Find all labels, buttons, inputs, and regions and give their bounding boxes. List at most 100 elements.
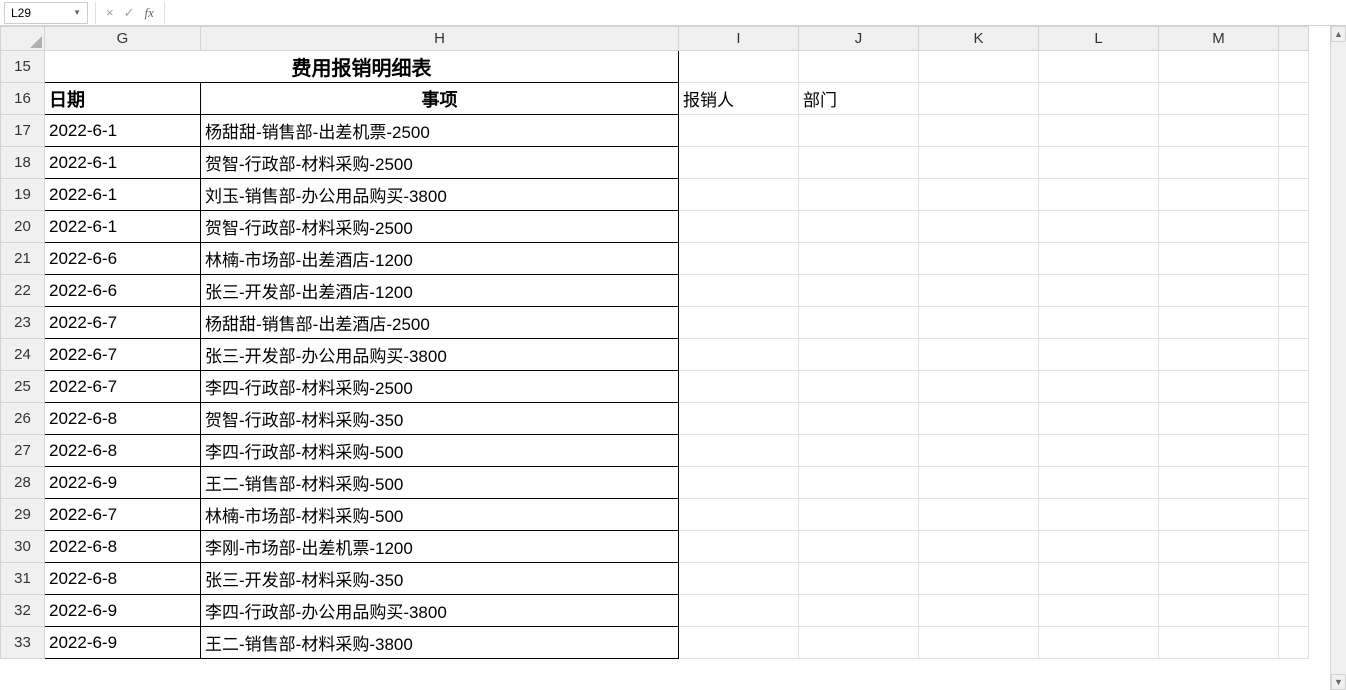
cell[interactable] xyxy=(1039,51,1159,83)
row-header-17[interactable]: 17 xyxy=(1,115,45,147)
cell[interactable] xyxy=(1039,531,1159,563)
column-header-J[interactable]: J xyxy=(799,27,919,51)
cell-date[interactable]: 2022-6-6 xyxy=(45,243,201,275)
row-header-33[interactable]: 33 xyxy=(1,627,45,659)
name-box-dropdown-icon[interactable]: ▼ xyxy=(73,8,81,17)
cell[interactable] xyxy=(679,531,799,563)
cell[interactable] xyxy=(919,83,1039,115)
cell[interactable] xyxy=(1039,563,1159,595)
header-department[interactable]: 部门 xyxy=(799,83,919,115)
cell[interactable] xyxy=(679,115,799,147)
cell-date[interactable]: 2022-6-8 xyxy=(45,563,201,595)
cell[interactable] xyxy=(799,563,919,595)
cell[interactable] xyxy=(919,179,1039,211)
cell[interactable] xyxy=(1039,499,1159,531)
cell[interactable] xyxy=(679,595,799,627)
cell[interactable] xyxy=(1279,147,1309,179)
cell-item[interactable]: 林楠-市场部-出差酒店-1200 xyxy=(201,243,679,275)
row-header-23[interactable]: 23 xyxy=(1,307,45,339)
cell-item[interactable]: 刘玉-销售部-办公用品购买-3800 xyxy=(201,179,679,211)
cell[interactable] xyxy=(1159,403,1279,435)
cell[interactable] xyxy=(919,531,1039,563)
cell[interactable] xyxy=(919,403,1039,435)
row-header-27[interactable]: 27 xyxy=(1,435,45,467)
cell[interactable] xyxy=(919,467,1039,499)
row-header-26[interactable]: 26 xyxy=(1,403,45,435)
scroll-up-icon[interactable]: ▲ xyxy=(1331,26,1346,42)
cell[interactable] xyxy=(1039,83,1159,115)
cell[interactable] xyxy=(1159,243,1279,275)
cell[interactable] xyxy=(1039,595,1159,627)
cell[interactable] xyxy=(1279,595,1309,627)
cell-item[interactable]: 林楠-市场部-材料采购-500 xyxy=(201,499,679,531)
row-header-22[interactable]: 22 xyxy=(1,275,45,307)
cell-date[interactable]: 2022-6-8 xyxy=(45,403,201,435)
cancel-icon[interactable]: × xyxy=(106,5,114,20)
cell[interactable] xyxy=(1159,179,1279,211)
row-header-18[interactable]: 18 xyxy=(1,147,45,179)
cell-item[interactable]: 贺智-行政部-材料采购-350 xyxy=(201,403,679,435)
cell[interactable] xyxy=(1279,403,1309,435)
cell[interactable] xyxy=(1039,275,1159,307)
cell[interactable] xyxy=(1159,531,1279,563)
row-header-21[interactable]: 21 xyxy=(1,243,45,275)
cell[interactable] xyxy=(1039,627,1159,659)
cell[interactable] xyxy=(1159,115,1279,147)
cell[interactable] xyxy=(1279,211,1309,243)
cell[interactable] xyxy=(679,179,799,211)
cell-item[interactable]: 张三-开发部-办公用品购买-3800 xyxy=(201,339,679,371)
cell[interactable] xyxy=(799,403,919,435)
cell[interactable] xyxy=(1159,499,1279,531)
cell[interactable] xyxy=(919,211,1039,243)
cell[interactable] xyxy=(799,339,919,371)
row-header-24[interactable]: 24 xyxy=(1,339,45,371)
cell[interactable] xyxy=(1039,211,1159,243)
cell[interactable] xyxy=(1279,435,1309,467)
cell[interactable] xyxy=(799,371,919,403)
cell[interactable] xyxy=(679,563,799,595)
cell[interactable] xyxy=(799,275,919,307)
cell[interactable] xyxy=(1159,339,1279,371)
cell[interactable] xyxy=(679,499,799,531)
cell-item[interactable]: 杨甜甜-销售部-出差机票-2500 xyxy=(201,115,679,147)
cell[interactable] xyxy=(1039,115,1159,147)
cell[interactable] xyxy=(919,499,1039,531)
confirm-icon[interactable]: ✓ xyxy=(124,5,135,21)
cell[interactable] xyxy=(1159,83,1279,115)
cell[interactable] xyxy=(919,115,1039,147)
cell-item[interactable]: 王二-销售部-材料采购-500 xyxy=(201,467,679,499)
row-header-20[interactable]: 20 xyxy=(1,211,45,243)
cell-item[interactable]: 贺智-行政部-材料采购-2500 xyxy=(201,211,679,243)
cell[interactable] xyxy=(1279,339,1309,371)
cell[interactable] xyxy=(799,115,919,147)
cell[interactable] xyxy=(1159,371,1279,403)
cell[interactable] xyxy=(679,147,799,179)
cell[interactable] xyxy=(679,403,799,435)
cell[interactable] xyxy=(679,243,799,275)
cell[interactable] xyxy=(679,371,799,403)
cell[interactable] xyxy=(1159,51,1279,83)
cell[interactable] xyxy=(799,531,919,563)
cell[interactable] xyxy=(1159,211,1279,243)
cell[interactable] xyxy=(799,179,919,211)
cell[interactable] xyxy=(1279,243,1309,275)
row-header-19[interactable]: 19 xyxy=(1,179,45,211)
cell[interactable] xyxy=(1159,563,1279,595)
cell-item[interactable]: 贺智-行政部-材料采购-2500 xyxy=(201,147,679,179)
fx-icon[interactable]: fx xyxy=(145,5,154,21)
cell-date[interactable]: 2022-6-8 xyxy=(45,531,201,563)
cell[interactable] xyxy=(919,275,1039,307)
cell[interactable] xyxy=(799,435,919,467)
cell[interactable] xyxy=(1279,627,1309,659)
cell[interactable] xyxy=(1039,467,1159,499)
cell[interactable] xyxy=(679,467,799,499)
column-header-partial[interactable] xyxy=(1279,27,1309,51)
cell[interactable] xyxy=(1039,371,1159,403)
header-date[interactable]: 日期 xyxy=(45,83,201,115)
cell[interactable] xyxy=(679,275,799,307)
cell[interactable] xyxy=(1039,339,1159,371)
row-header-30[interactable]: 30 xyxy=(1,531,45,563)
cell[interactable] xyxy=(919,435,1039,467)
cell-item[interactable]: 杨甜甜-销售部-出差酒店-2500 xyxy=(201,307,679,339)
header-reimburser[interactable]: 报销人 xyxy=(679,83,799,115)
